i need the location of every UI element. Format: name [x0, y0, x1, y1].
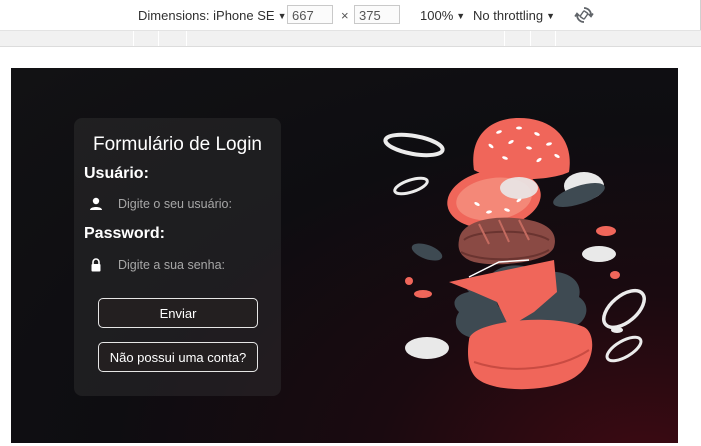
username-input[interactable] — [118, 194, 268, 214]
devtools-toolbar: Dimensions: iPhone SE ▼ 667 × 375 100% ▼ N… — [0, 0, 701, 31]
sauce-drop — [405, 277, 413, 285]
cheese-blob — [582, 246, 616, 262]
ruler-tick — [530, 31, 531, 46]
lock-icon — [91, 258, 101, 272]
caret-down-icon: ▼ — [546, 11, 556, 21]
password-input[interactable] — [118, 255, 268, 275]
onion-ring — [393, 176, 429, 196]
width-input[interactable]: 667 — [287, 5, 333, 24]
login-form: Formulário de Login Usuário: Password: E… — [74, 118, 281, 396]
username-label: Usuário: — [84, 165, 149, 182]
height-input[interactable]: 375 — [354, 5, 400, 24]
username-row — [88, 194, 273, 214]
ruler-tick — [555, 31, 556, 46]
device-selector[interactable]: Dimensions: iPhone SE ▼ — [138, 8, 287, 23]
ruler-tick — [504, 31, 505, 46]
bottom-bun — [468, 319, 593, 390]
ruler-tick — [158, 31, 159, 46]
zoom-selector[interactable]: 100% ▼ — [420, 8, 465, 23]
throttling-label: No throttling — [473, 8, 544, 23]
olive — [411, 243, 443, 261]
dimension-separator: × — [341, 8, 349, 23]
signup-button[interactable]: Não possui uma conta? — [98, 342, 258, 372]
rotate-icon[interactable] — [574, 5, 594, 25]
caret-down-icon: ▼ — [277, 11, 287, 21]
media-query-bar[interactable] — [0, 31, 701, 47]
onion-ring — [383, 132, 445, 158]
user-icon — [90, 197, 102, 210]
device-label: Dimensions: iPhone SE — [138, 8, 275, 23]
zoom-label: 100% — [420, 8, 454, 23]
throttling-selector[interactable]: No throttling ▼ — [473, 8, 555, 23]
ruler-tick — [186, 31, 187, 46]
burger-illustration — [383, 118, 646, 390]
caret-down-icon: ▼ — [456, 11, 466, 21]
sauce-drop — [414, 290, 432, 298]
onion-ring — [605, 335, 643, 363]
login-title: Formulário de Login — [93, 134, 262, 155]
password-label: Password: — [84, 225, 165, 242]
ruler-tick — [133, 31, 134, 46]
sauce-drop — [596, 226, 616, 236]
password-row — [88, 255, 273, 275]
sesame-drop — [611, 327, 623, 333]
submit-button[interactable]: Enviar — [98, 298, 258, 328]
onion-ring — [602, 288, 646, 330]
onion-slice — [500, 177, 538, 199]
device-viewport: Formulário de Login Usuário: Password: E… — [11, 68, 678, 443]
cheese-blob — [405, 337, 449, 359]
sauce-drop — [610, 271, 620, 279]
